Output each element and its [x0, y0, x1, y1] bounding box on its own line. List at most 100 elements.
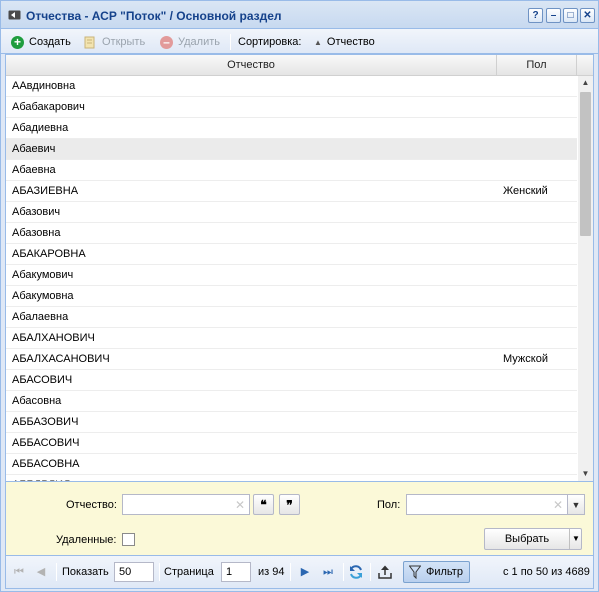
total-pages-label: из 94 — [258, 566, 285, 578]
split-divider — [569, 529, 570, 549]
create-button[interactable]: + Создать — [11, 35, 71, 49]
refresh-icon[interactable] — [348, 564, 364, 580]
toolbar-separator — [230, 34, 231, 50]
funnel-icon — [409, 565, 421, 579]
table-row[interactable]: Абакумович — [6, 265, 577, 286]
pager-separator — [343, 563, 344, 581]
page-number-input[interactable]: 1 — [221, 562, 251, 582]
gender-filter-label: Пол: — [377, 499, 401, 511]
table-row[interactable]: АБАКАРОВНА — [6, 244, 577, 265]
table-row[interactable]: АББАСОВНА — [6, 454, 577, 475]
table-row[interactable]: ААвдиновна — [6, 76, 577, 97]
page-size-input[interactable]: 50 — [114, 562, 154, 582]
patronymic-cell: АБАЗИЕВНА — [12, 185, 79, 197]
table-row[interactable]: АБАСОВИЧ — [6, 370, 577, 391]
records-summary: с 1 по 50 из 4689 — [503, 566, 590, 578]
column-header-patronymic[interactable]: Отчество — [6, 55, 497, 76]
scroll-thumb[interactable] — [580, 92, 591, 236]
table-row[interactable]: АББАСОВИЧ — [6, 433, 577, 454]
page-label: Страница — [164, 566, 214, 578]
clear-icon[interactable]: ✕ — [235, 498, 245, 512]
plus-icon: + — [11, 35, 24, 49]
title-bar[interactable]: Отчества - АСР "Поток" / Основной раздел… — [1, 1, 598, 29]
select-button[interactable]: Выбрать ▼ — [484, 528, 582, 550]
close-icon[interactable]: ✕ — [580, 8, 595, 23]
table-row[interactable]: АБАЛХАНОВИЧ — [6, 328, 577, 349]
patronymic-cell: АББАСОВНА — [12, 458, 80, 470]
clear-icon[interactable]: ✕ — [553, 498, 563, 512]
last-page-icon[interactable]: ⏭ — [320, 564, 336, 580]
next-page-icon[interactable]: ▶ — [297, 564, 313, 580]
pager-separator — [159, 563, 160, 581]
patronymic-cell: Абазовна — [12, 227, 61, 239]
scroll-down-icon[interactable]: ▼ — [578, 468, 593, 480]
filter-toggle-label: Фильтр — [426, 566, 463, 578]
patronymic-cell: АБАЛХАНОВИЧ — [12, 332, 95, 344]
chevron-down-icon[interactable]: ▼ — [572, 534, 580, 543]
open-label: Открыть — [102, 36, 146, 48]
pager-separator — [56, 563, 57, 581]
delete-button[interactable]: – Удалить — [160, 35, 220, 49]
vertical-scrollbar[interactable]: ▲ ▼ — [578, 76, 593, 481]
table-row[interactable]: АББАЗОВИЧ — [6, 412, 577, 433]
help-icon[interactable]: ? — [528, 8, 543, 23]
table-row[interactable]: Абазович — [6, 202, 577, 223]
close-quote-button[interactable]: ❞ — [279, 494, 300, 515]
maximize-icon[interactable]: □ — [563, 8, 578, 23]
delete-label: Удалить — [178, 36, 220, 48]
open-document-icon — [84, 36, 95, 48]
patronymic-cell: Абакумович — [12, 269, 74, 281]
pager-separator — [370, 563, 371, 581]
grid-rows: ААвдиновна Абабакарович Абадиевна Абаевич Аб… — [6, 76, 577, 481]
patronymic-filter-input[interactable]: ✕ — [122, 494, 250, 515]
patronymic-cell: АББАСОВИЧ — [12, 437, 80, 449]
table-row[interactable]: АБАЛХАСАНОВИЧ Мужской — [6, 349, 577, 370]
minimize-icon[interactable]: – — [546, 8, 561, 23]
table-row[interactable]: Абадиевна — [6, 118, 577, 139]
table-row[interactable]: Абалаевна — [6, 307, 577, 328]
filter-toggle-button[interactable]: Фильтр — [403, 561, 470, 583]
open-button[interactable]: Открыть — [84, 35, 145, 49]
sort-asc-icon: ▲ — [314, 37, 322, 47]
open-quote-button[interactable]: ❝ — [253, 494, 274, 515]
table-row[interactable]: Абакумовна — [6, 286, 577, 307]
previous-page-icon[interactable]: ◀ — [33, 564, 49, 580]
column-header-gender[interactable]: Пол — [497, 55, 577, 76]
patronymic-cell: АБАЛХАСАНОВИЧ — [12, 353, 110, 365]
create-label: Создать — [29, 36, 71, 48]
patronymic-cell: Абадиевна — [12, 122, 69, 134]
paging-toolbar: ⏮ ◀ Показать 50 Страница 1 из 94 ▶ ⏭ Фил — [5, 556, 594, 589]
scroll-up-icon[interactable]: ▲ — [578, 77, 593, 89]
table-row[interactable]: АБАЗИЕВНА Женский — [6, 181, 577, 202]
table-row[interactable]: Абасовна — [6, 391, 577, 412]
patronymics-window: Отчества - АСР "Поток" / Основной раздел… — [0, 0, 599, 592]
page-size-label: Показать — [62, 566, 109, 578]
patronymic-cell: Абасовна — [12, 395, 62, 407]
table-row[interactable]: Абаевна — [6, 160, 577, 181]
patronymic-cell: Абалаевна — [12, 311, 69, 323]
table-row[interactable]: Абабакарович — [6, 97, 577, 118]
gender-cell: Женский — [503, 185, 548, 197]
table-row[interactable]: Абазовна — [6, 223, 577, 244]
gender-filter-combo[interactable]: ✕ — [406, 494, 568, 515]
chevron-down-icon[interactable]: ▼ — [568, 494, 585, 515]
table-row[interactable]: Абаевич — [6, 139, 577, 160]
select-button-label: Выбрать — [504, 533, 550, 545]
gender-cell: Мужской — [503, 353, 548, 365]
patronymic-cell: АБАКАРОВНА — [12, 248, 86, 260]
sort-label-text: Сортировка: — [238, 36, 302, 48]
patronymic-cell: Абазович — [12, 206, 61, 218]
grid-header: Отчество Пол — [6, 55, 593, 76]
deleted-filter-label: Удаленные: — [56, 534, 117, 546]
table-row[interactable]: АББДРЛИЛ — [6, 475, 577, 481]
patronymic-cell: АБАСОВИЧ — [12, 374, 73, 386]
patronymic-cell: Абабакарович — [12, 101, 85, 113]
export-icon[interactable] — [377, 564, 393, 580]
window-title: Отчества - АСР "Поток" / Основной раздел — [26, 9, 282, 23]
deleted-checkbox[interactable] — [122, 533, 135, 546]
patronymic-cell: АББДРЛИЛ — [12, 475, 70, 481]
toolbar: + Создать Открыть – Удалить Сортировка: … — [1, 29, 598, 54]
first-page-icon[interactable]: ⏮ — [11, 564, 27, 580]
patronymic-cell: Абакумовна — [12, 290, 74, 302]
sort-button[interactable]: ▲ Отчество — [314, 35, 375, 49]
